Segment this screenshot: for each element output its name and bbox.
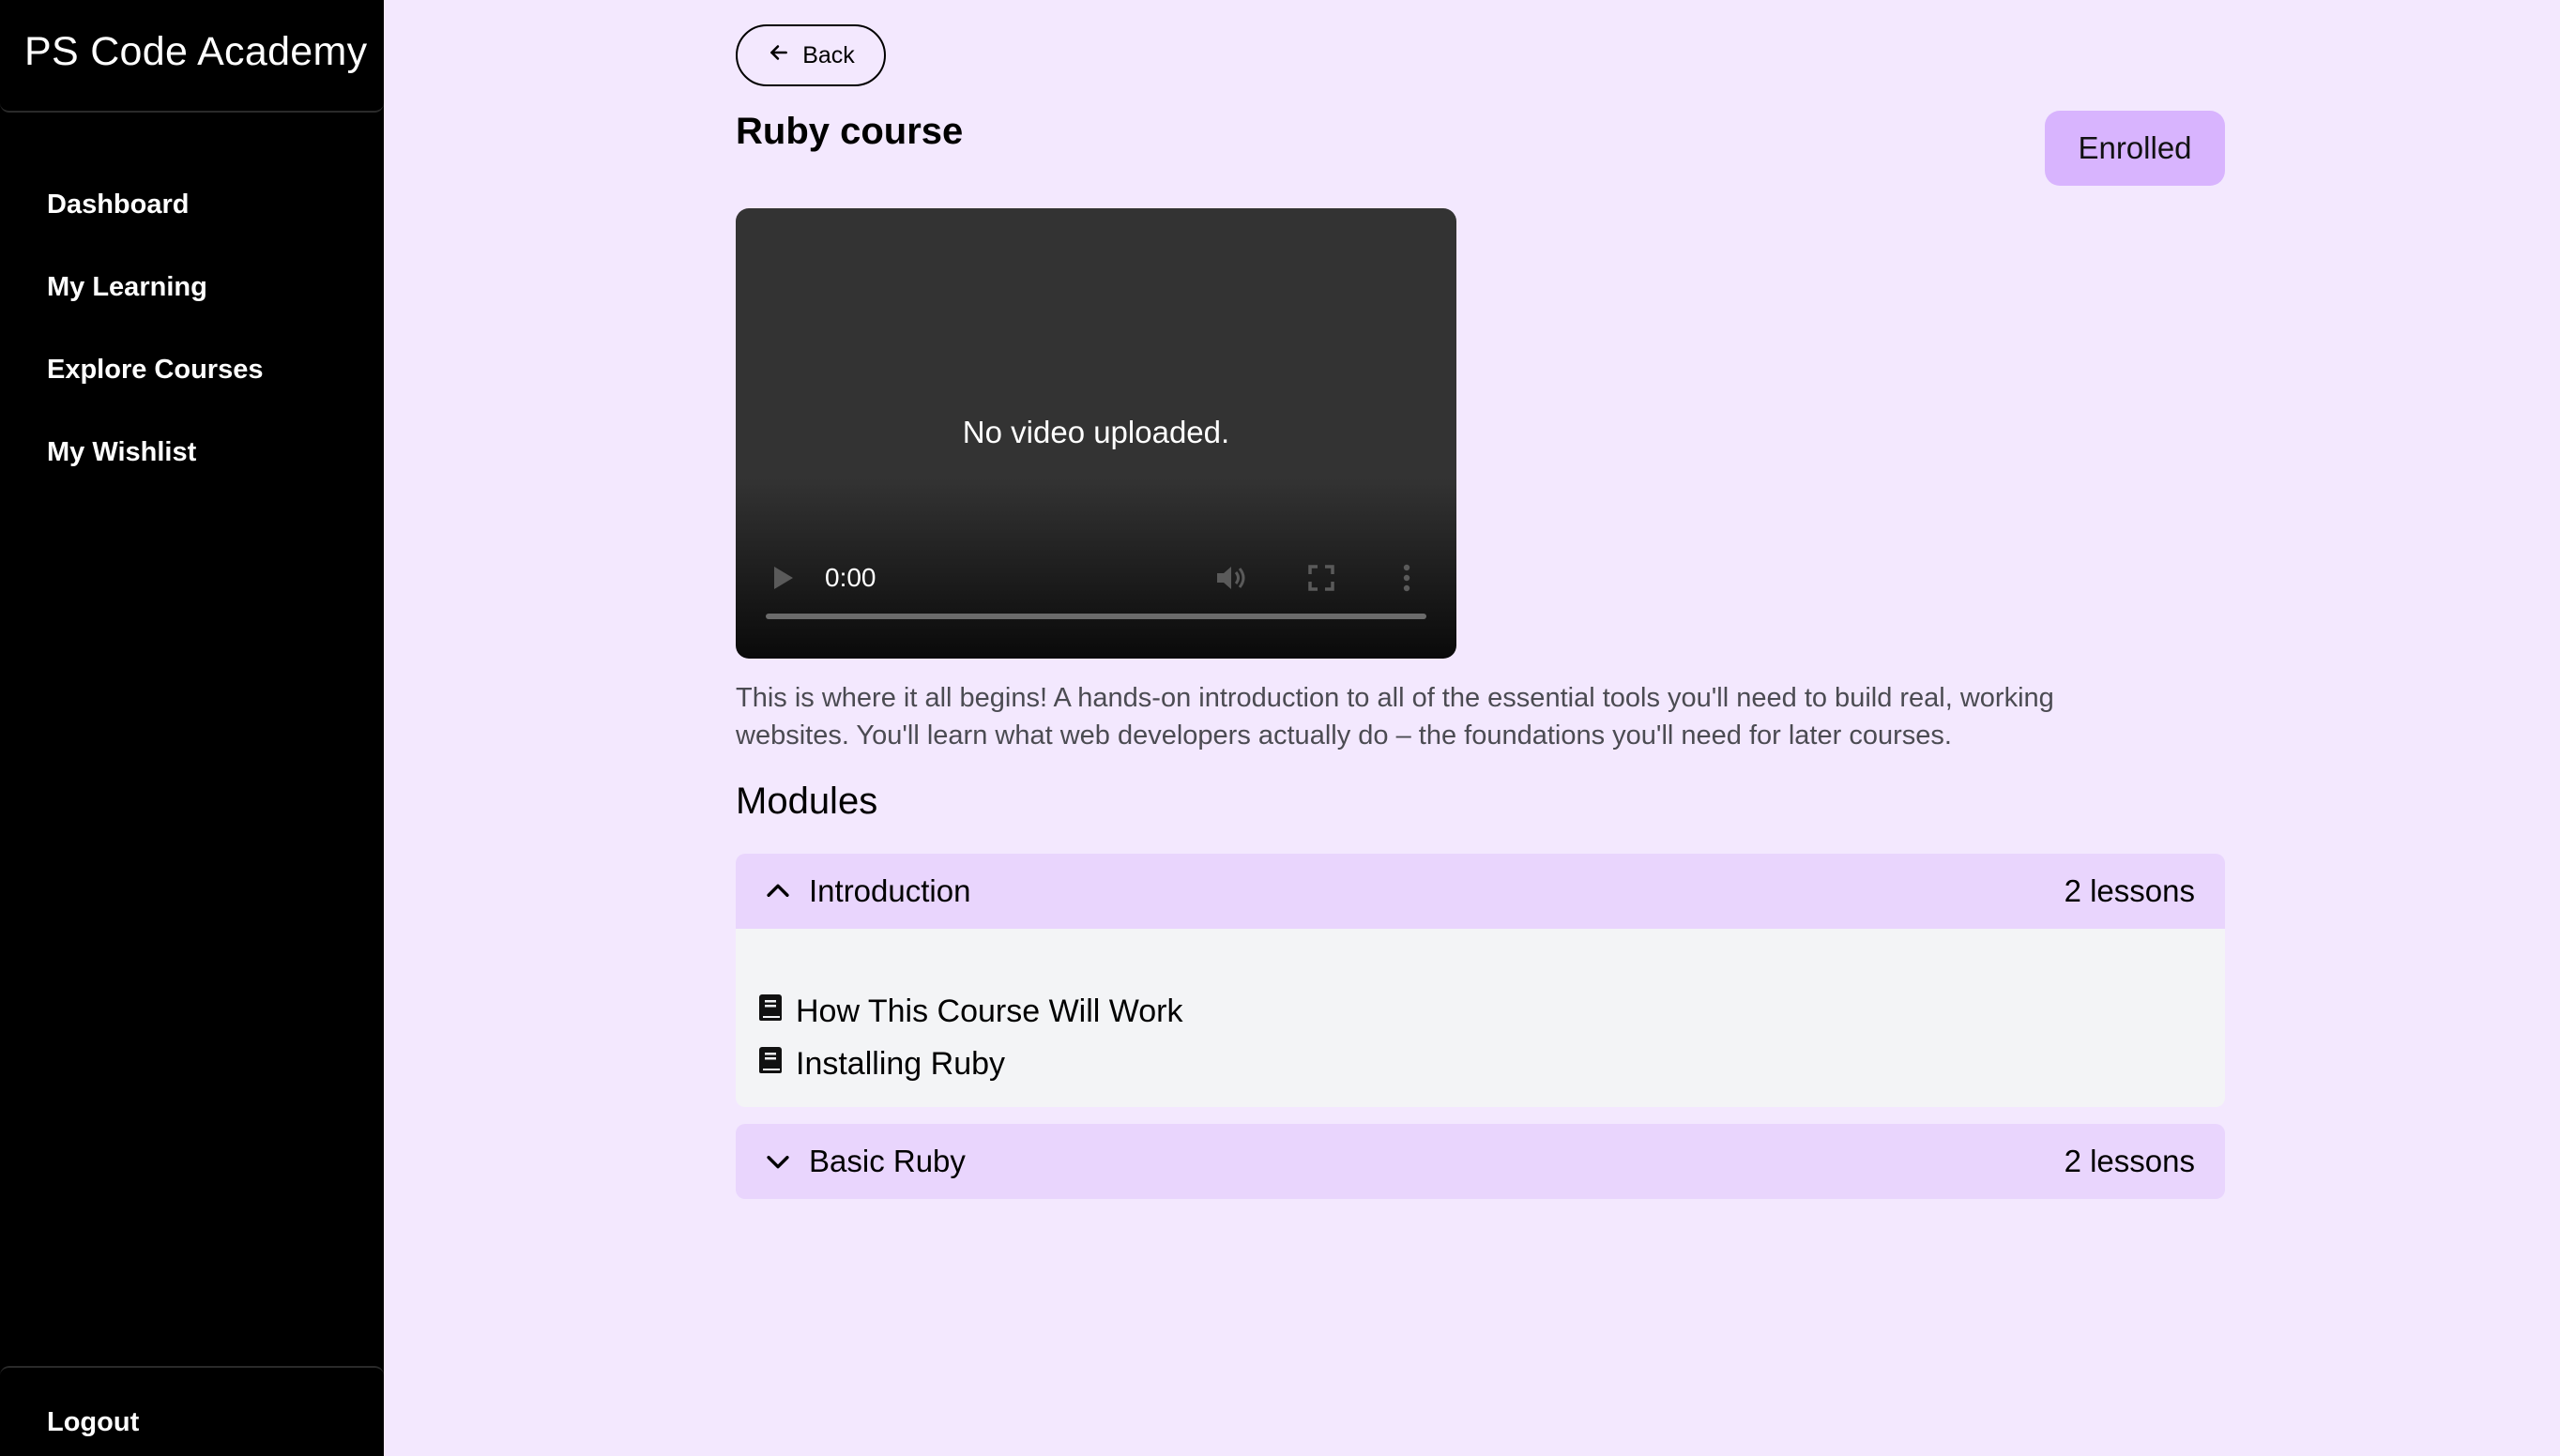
module-header[interactable]: Basic Ruby 2 lessons: [736, 1124, 2225, 1199]
back-button[interactable]: Back: [736, 24, 886, 86]
video-player[interactable]: No video uploaded. 0:00: [736, 208, 1456, 659]
video-time: 0:00: [825, 563, 876, 592]
sidebar-item-dashboard[interactable]: Dashboard: [0, 163, 384, 246]
sidebar-nav: Dashboard My Learning Explore Courses My…: [0, 163, 384, 493]
sidebar-footer: Logout: [0, 1366, 384, 1456]
page-title: Ruby course: [736, 111, 964, 152]
volume-icon[interactable]: [1212, 550, 1250, 606]
modules-heading: Modules: [736, 781, 878, 822]
lesson-title: How This Course Will Work: [796, 993, 1183, 1029]
module-header[interactable]: Introduction 2 lessons: [736, 854, 2225, 929]
sidebar: PS Code Academy Dashboard My Learning Ex…: [0, 0, 384, 1456]
brand-logo[interactable]: PS Code Academy: [0, 0, 384, 113]
video-progress-bar[interactable]: [766, 614, 1426, 619]
more-vertical-icon[interactable]: [1393, 550, 1421, 606]
back-button-label: Back: [802, 41, 855, 68]
module-title: Basic Ruby: [809, 1144, 966, 1178]
fullscreen-icon[interactable]: [1303, 550, 1340, 606]
course-description: This is where it all begins! A hands-on …: [736, 683, 2054, 751]
module-title: Introduction: [809, 873, 971, 908]
module-basic-ruby: Basic Ruby 2 lessons: [736, 1124, 2225, 1199]
book-icon: [756, 1045, 785, 1084]
module-lesson-count: 2 lessons: [2064, 873, 2195, 908]
video-controls: 0:00: [736, 550, 1456, 606]
logout-button[interactable]: Logout: [47, 1407, 139, 1438]
lesson-title: Installing Ruby: [796, 1045, 1006, 1082]
sidebar-item-explore-courses[interactable]: Explore Courses: [0, 328, 384, 411]
video-message: No video uploaded.: [962, 415, 1230, 449]
lesson-item[interactable]: Installing Ruby: [756, 1041, 1005, 1086]
chevron-up-icon: [762, 874, 796, 908]
play-icon[interactable]: [766, 550, 800, 606]
lesson-item[interactable]: How This Course Will Work: [756, 989, 1182, 1034]
book-icon: [756, 993, 785, 1031]
chevron-down-icon: [762, 1145, 796, 1178]
module-lesson-count: 2 lessons: [2064, 1144, 2195, 1178]
sidebar-item-my-learning[interactable]: My Learning: [0, 246, 384, 328]
status-badge: Enrolled: [2045, 111, 2225, 186]
arrow-left-icon: [767, 40, 791, 71]
lesson-list: How This Course Will Work Installing Rub…: [736, 929, 2225, 1107]
module-introduction: Introduction 2 lessons How This Course W…: [736, 854, 2225, 1107]
sidebar-item-my-wishlist[interactable]: My Wishlist: [0, 411, 384, 493]
